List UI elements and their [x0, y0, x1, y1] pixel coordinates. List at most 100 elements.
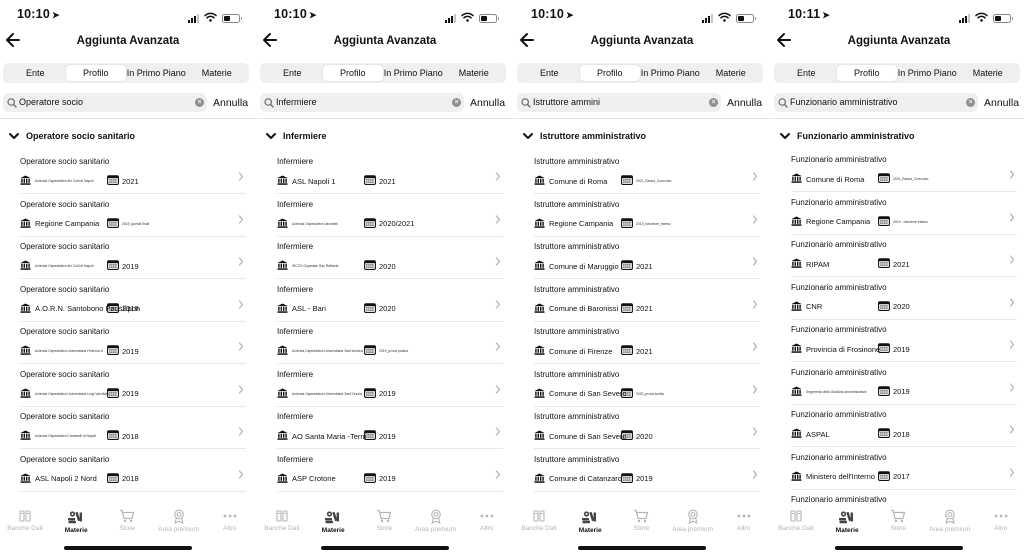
tab-in-primo-piano[interactable]: In Primo Piano: [383, 65, 444, 81]
list-item[interactable]: Funzionario amministrativo CNR 2020: [791, 278, 1017, 320]
book-icon: [0, 509, 51, 523]
tab-materie[interactable]: Materie: [187, 65, 248, 81]
group-header[interactable]: Funzionario amministrativo: [779, 127, 915, 145]
list-item[interactable]: Operatore socio sanitario Azienda Ospedal…: [20, 365, 246, 407]
list-item[interactable]: Operatore socio sanitario Azienda Ospedal…: [20, 237, 246, 279]
bottom-tab-altro[interactable]: Altro: [204, 509, 256, 532]
search-input[interactable]: Infermiere: [276, 97, 317, 107]
bottom-tab-materie[interactable]: Materie: [821, 509, 873, 534]
year-label: 2019: [893, 387, 910, 396]
cart-icon: [358, 509, 410, 523]
group-header[interactable]: Istruttore amministrativo: [522, 127, 646, 145]
group-header[interactable]: Operatore socio sanitario: [8, 127, 135, 145]
bottom-tab-area-premium[interactable]: Area premium: [410, 509, 462, 533]
list-item[interactable]: Istruttore amministrativo Regione Campani…: [534, 195, 760, 237]
list-item[interactable]: Infermiere ASL - Bari 2020: [277, 280, 503, 322]
list-item[interactable]: Infermiere ASL Napoli 1 2021: [277, 152, 503, 194]
tab-ente[interactable]: Ente: [776, 65, 837, 81]
tab-materie[interactable]: Materie: [444, 65, 505, 81]
bottom-tab-store[interactable]: Store: [615, 509, 667, 532]
search-input[interactable]: Operatore socio: [19, 97, 83, 107]
item-title: Istruttore amministrativo: [534, 412, 620, 421]
clear-search-icon[interactable]: ×: [966, 98, 975, 107]
list-item[interactable]: Infermiere IRCCS Ospedale San Raffaele 202…: [277, 237, 503, 279]
bottom-tab-banche-dati[interactable]: Banche Dati: [771, 509, 822, 532]
year-label: 2021_Banca_Concorso: [636, 179, 672, 183]
bottom-tab-store[interactable]: Store: [101, 509, 153, 532]
search-input[interactable]: Funzionario amministrativo: [790, 97, 898, 107]
list-item[interactable]: Istruttore amministrativo Comune di San S…: [534, 365, 760, 407]
tab-profilo[interactable]: Profilo: [579, 65, 640, 81]
bottom-tab-materie[interactable]: Materie: [564, 509, 616, 534]
list-item[interactable]: Istruttore amministrativo Comune di Baron…: [534, 280, 760, 322]
list-item[interactable]: Funzionario amministrativo Segreteria del…: [791, 363, 1017, 405]
bottom-tab-materie[interactable]: Materie: [50, 509, 102, 534]
search-field[interactable]: Infermiere ×: [260, 93, 464, 112]
list-item[interactable]: Operatore socio sanitario Azienda Ospedal…: [20, 407, 246, 449]
more-icon: [975, 509, 1024, 523]
tab-profilo[interactable]: Profilo: [65, 65, 126, 81]
ente-name: Regione Campania: [549, 219, 614, 228]
bottom-tab-banche-dati[interactable]: Banche Dati: [257, 509, 308, 532]
list-item[interactable]: Infermiere Azienda Ospedaliera Vanvitelli…: [277, 195, 503, 237]
list-item[interactable]: Istruttore amministrativo Comune di Firen…: [534, 322, 760, 364]
tab-materie[interactable]: Materie: [701, 65, 762, 81]
cancel-button[interactable]: Annulla: [727, 97, 762, 109]
bottom-tab-area-premium[interactable]: Area premium: [667, 509, 719, 533]
tab-ente[interactable]: Ente: [519, 65, 580, 81]
status-icons: [702, 9, 756, 27]
list-item[interactable]: Istruttore amministrativo Comune di San S…: [534, 407, 760, 449]
tab-ente[interactable]: Ente: [262, 65, 323, 81]
list-item[interactable]: Istruttore amministrativo Comune di Catan…: [534, 450, 760, 492]
status-icons: [445, 9, 499, 27]
bank-icon: [791, 170, 802, 188]
tab-materie[interactable]: Materie: [958, 65, 1019, 81]
bottom-tab-store[interactable]: Store: [358, 509, 410, 532]
bottom-tab-altro[interactable]: Altro: [718, 509, 770, 532]
cancel-button[interactable]: Annulla: [470, 97, 505, 109]
list-item[interactable]: Operatore socio sanitario Azienda Ospedal…: [20, 322, 246, 364]
list-item[interactable]: Funzionario amministrativo RIPAM 2021: [791, 235, 1017, 277]
clear-search-icon[interactable]: ×: [709, 98, 718, 107]
list-item[interactable]: Infermiere Azienda Ospedaliera Universita…: [277, 322, 503, 364]
cancel-button[interactable]: Annulla: [213, 97, 248, 109]
list-item[interactable]: Infermiere ASP Crotone 2019: [277, 450, 503, 492]
tab-ente[interactable]: Ente: [5, 65, 66, 81]
list-item[interactable]: Funzionario amministrativo ASPAL 2018: [791, 405, 1017, 447]
list-item[interactable]: Funzionario amministrativo Regione Campan…: [791, 193, 1017, 235]
tab-profilo[interactable]: Profilo: [836, 65, 897, 81]
list-item[interactable]: Operatore socio sanitario Azienda Ospedal…: [20, 152, 246, 194]
list-item[interactable]: Istruttore amministrativo Comune di Roma 2…: [534, 152, 760, 194]
list-item[interactable]: Funzionario amministrativo Ministero dell…: [791, 448, 1017, 490]
tab-profilo[interactable]: Profilo: [322, 65, 383, 81]
tab-in-primo-piano[interactable]: In Primo Piano: [126, 65, 187, 81]
tab-in-primo-piano[interactable]: In Primo Piano: [897, 65, 958, 81]
list-item[interactable]: Funzionario amministrativo Comune di Roma…: [791, 150, 1017, 192]
clear-search-icon[interactable]: ×: [452, 98, 461, 107]
search-field[interactable]: Istruttore ammini ×: [517, 93, 721, 112]
clear-search-icon[interactable]: ×: [195, 98, 204, 107]
item-ente: Comune di San Severo: [534, 427, 627, 445]
bottom-tab-banche-dati[interactable]: Banche Dati: [0, 509, 51, 532]
bottom-tab-store[interactable]: Store: [872, 509, 924, 532]
bottom-tab-altro[interactable]: Altro: [461, 509, 513, 532]
list-item[interactable]: Operatore socio sanitario Regione Campani…: [20, 195, 246, 237]
search-input[interactable]: Istruttore ammini: [533, 97, 600, 107]
search-field[interactable]: Funzionario amministrativo ×: [774, 93, 978, 112]
calendar-icon: [621, 215, 633, 233]
bottom-tab-altro[interactable]: Altro: [975, 509, 1024, 532]
list-item[interactable]: Operatore socio sanitario ASL Napoli 2 No…: [20, 450, 246, 492]
bottom-tab-area-premium[interactable]: Area premium: [924, 509, 976, 533]
list-item[interactable]: Funzionario amministrativo Provincia di F…: [791, 320, 1017, 362]
list-item[interactable]: Istruttore amministrativo Comune di Marug…: [534, 237, 760, 279]
list-item[interactable]: Infermiere AO Santa Maria -Terni 2019: [277, 407, 503, 449]
list-item[interactable]: Operatore socio sanitario A.O.R.N. Santob…: [20, 280, 246, 322]
search-field[interactable]: Operatore socio ×: [3, 93, 207, 112]
bottom-tab-materie[interactable]: Materie: [307, 509, 359, 534]
bottom-tab-banche-dati[interactable]: Banche Dati: [514, 509, 565, 532]
bottom-tab-area-premium[interactable]: Area premium: [153, 509, 205, 533]
group-header[interactable]: Infermiere: [265, 127, 327, 145]
cancel-button[interactable]: Annulla: [984, 97, 1019, 109]
list-item[interactable]: Infermiere Azienda Ospedaliera Universita…: [277, 365, 503, 407]
tab-in-primo-piano[interactable]: In Primo Piano: [640, 65, 701, 81]
